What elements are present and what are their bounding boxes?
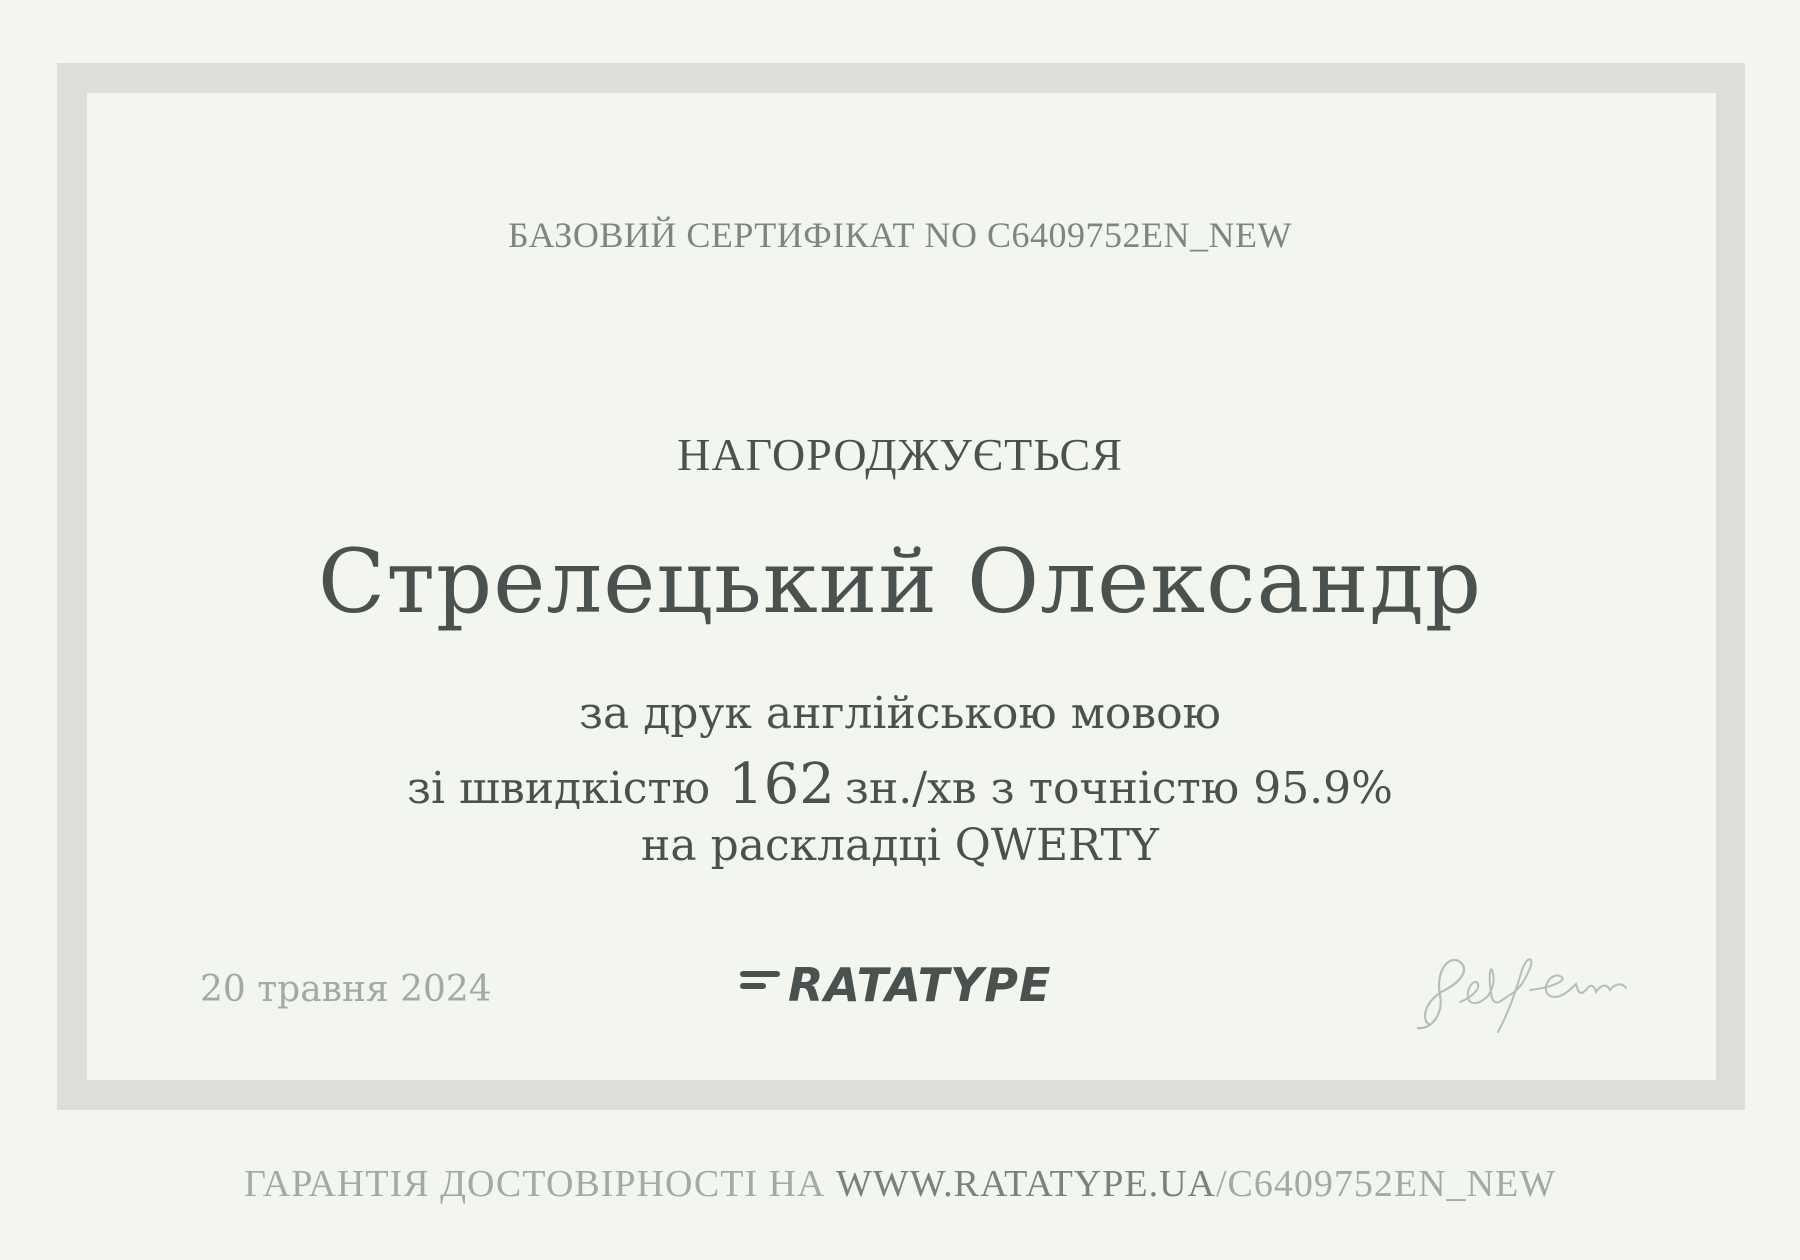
signature-icon — [1416, 958, 1627, 1033]
ratatype-logo-icon — [740, 965, 784, 1005]
speed-prefix: зі швидкістю — [407, 763, 711, 814]
ratatype-logo: RATATYPE — [740, 958, 1051, 1012]
certificate-number: БАЗОВИЙ СЕРТИФІКАТ NO C6409752EN_NEW — [507, 215, 1293, 255]
verification-link[interactable]: WWW.RATATYPE.UA — [836, 1163, 1216, 1205]
verification-footer: ГАРАНТІЯ ДОСТОВІРНОСТІ НА WWW.RATATYPE.U… — [0, 1162, 1800, 1206]
speed-suffix: зн./хв з точністю 95.9% — [844, 763, 1393, 814]
footer-prefix: ГАРАНТІЯ ДОСТОВІРНОСТІ НА — [243, 1163, 826, 1205]
speed-value: 162 — [728, 752, 835, 817]
description-layout: на раскладці QWERTY — [641, 820, 1159, 871]
footer-path: /C6409752EN_NEW — [1215, 1163, 1557, 1205]
awarded-label: НАГОРОДЖУЄТЬСЯ — [677, 429, 1123, 480]
description-speed: зі швидкістю 162 зн./хв з точністю 95.9% — [0, 752, 1800, 817]
certificate-date: 20 травня 2024 — [200, 969, 492, 1010]
logo-text: RATATYPE — [788, 958, 1052, 1012]
description-language: за друк англійською мовою — [579, 688, 1221, 739]
recipient-name: Стрелецький Олександр — [317, 530, 1483, 633]
